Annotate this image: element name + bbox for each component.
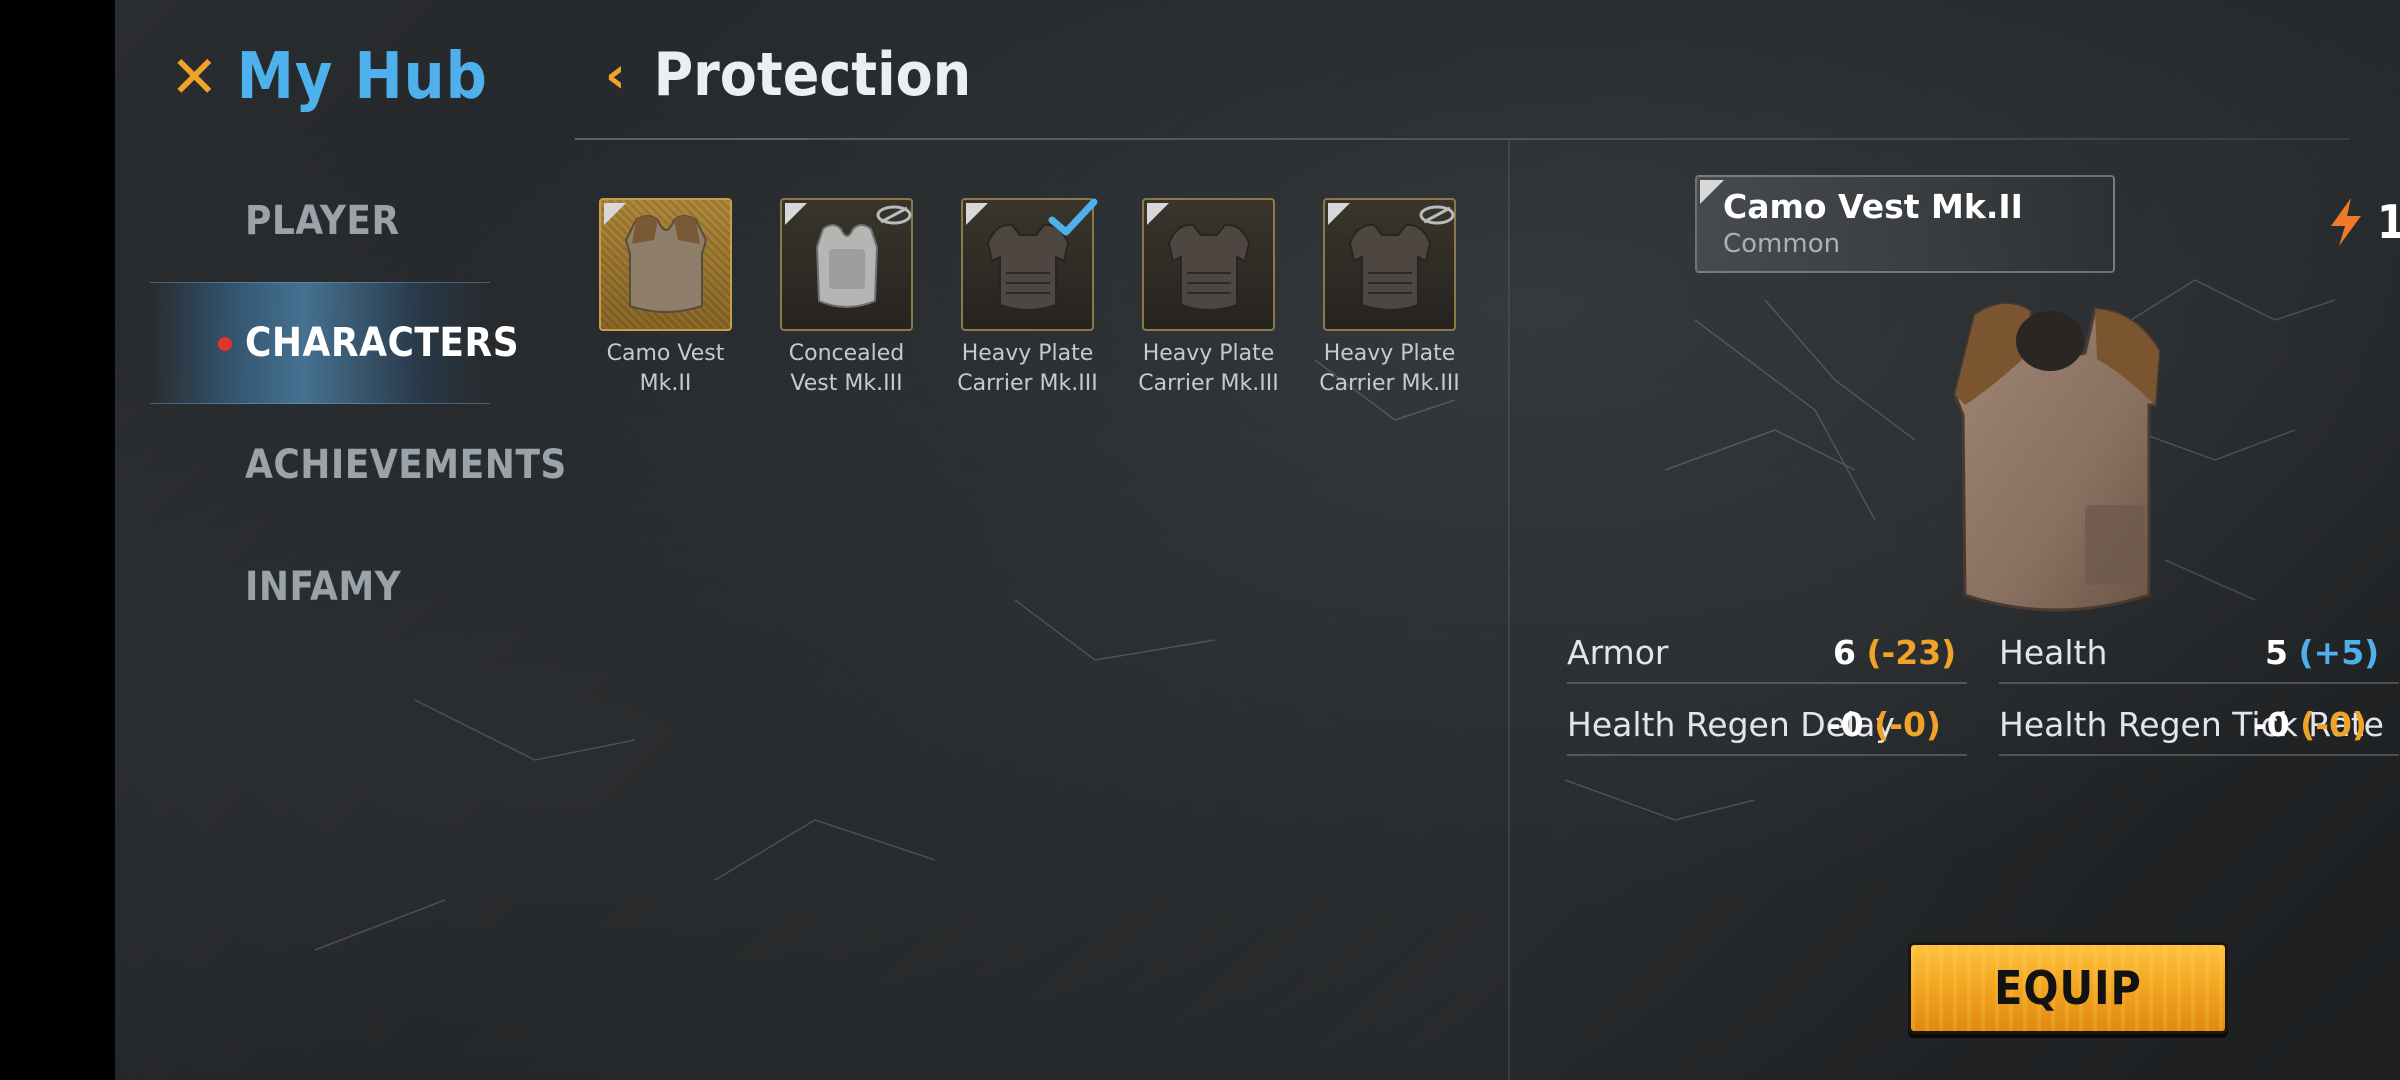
item-label-line: Camo Vest — [606, 341, 725, 366]
power-value: 141 — [2377, 195, 2400, 249]
item-heavy-plate-carrier-mk3[interactable]: Heavy Plate Carrier Mk.III — [1118, 198, 1299, 399]
item-label: Heavy Plate Carrier Mk.III — [1118, 339, 1299, 399]
check-icon — [1048, 198, 1098, 236]
stat-base-value: -0 — [2253, 705, 2290, 744]
item-concealed-vest-mk3[interactable]: Concealed Vest Mk.III — [756, 198, 937, 399]
item-thumbnail — [780, 198, 913, 331]
rarity-corner-icon — [785, 203, 807, 225]
item-heavy-plate-carrier-mk3-locked[interactable]: Heavy Plate Carrier Mk.III — [1299, 198, 1480, 399]
locked-ring-icon — [876, 205, 912, 225]
stat-base-value: 6 — [1833, 633, 1856, 672]
nav-item-infamy[interactable]: INFAMY — [150, 526, 490, 648]
stat-underline — [1999, 754, 2399, 756]
item-thumbnail — [961, 198, 1098, 331]
stat-value: -0 (-0) — [2253, 705, 2367, 744]
close-icon[interactable]: ✕ — [170, 48, 219, 106]
stat-label: Armor — [1567, 633, 1669, 672]
side-nav: PLAYER CHARACTERS ACHIEVEMENTS INFAMY — [150, 160, 566, 648]
stat-underline — [1567, 754, 1967, 756]
item-label-line: Heavy Plate — [1142, 341, 1275, 366]
section-header: ‹ Protection — [605, 40, 971, 110]
equip-button[interactable]: EQUIP — [1908, 942, 2228, 1034]
item-grid: Camo Vest Mk.II Concealed Vest Mk.III He… — [575, 198, 1480, 399]
vest-icon — [1348, 223, 1431, 311]
stat-value: -0 (-0) — [1827, 705, 1941, 744]
stat-delta: (+5) — [2298, 633, 2380, 672]
item-label-line: Heavy Plate — [961, 341, 1094, 366]
hub-header: ✕ My Hub — [170, 40, 488, 114]
item-label-line: Concealed — [788, 341, 905, 366]
rarity-corner-icon — [1328, 203, 1350, 225]
rarity-corner-icon — [604, 203, 626, 225]
item-label-line: Mk.II — [639, 371, 692, 396]
item-label-line: Carrier Mk.III — [1138, 371, 1279, 396]
vest-icon — [1167, 223, 1250, 311]
stat-base-value: -0 — [1827, 705, 1864, 744]
section-title: Protection — [653, 40, 972, 110]
vest-icon — [624, 214, 707, 313]
stat-underline — [1567, 682, 1967, 684]
stat-delta: (-0) — [2300, 705, 2367, 744]
nav-item-label: INFAMY — [245, 564, 402, 610]
power-rating: 141 — [2325, 195, 2400, 249]
nav-item-player[interactable]: PLAYER — [150, 160, 490, 282]
hub-title: My Hub — [236, 40, 488, 114]
stat-value: 6 (-23) — [1833, 633, 1956, 672]
locked-ring-icon — [1419, 205, 1455, 225]
item-label: Camo Vest Mk.II — [575, 339, 756, 399]
game-screen: ✕ My Hub PLAYER CHARACTERS ACHIEVEMENTS … — [115, 0, 2400, 1080]
panel-divider — [1508, 140, 1510, 1080]
rarity-corner-icon — [1700, 180, 1724, 204]
rarity-corner-icon — [1147, 203, 1169, 225]
stat-delta: (-23) — [1866, 633, 1957, 672]
item-label-line: Heavy Plate — [1323, 341, 1456, 366]
item-name: Camo Vest Mk.II — [1723, 187, 2023, 226]
nav-item-achievements[interactable]: ACHIEVEMENTS — [150, 404, 566, 526]
chevron-left-icon[interactable]: ‹ — [605, 46, 626, 104]
item-rarity: Common — [1723, 229, 1841, 259]
nav-item-label: ACHIEVEMENTS — [245, 442, 567, 488]
stat-underline — [1999, 682, 2399, 684]
stat-delta: (-0) — [1874, 705, 1941, 744]
stat-value: 5 (+5) — [2265, 633, 2379, 672]
item-label-line: Vest Mk.III — [790, 371, 903, 396]
stat-base-value: 5 — [2265, 633, 2288, 672]
lightning-icon — [2331, 198, 2361, 246]
item-heavy-plate-carrier-mk3-equipped[interactable]: Heavy Plate Carrier Mk.III — [937, 198, 1118, 399]
item-label: Concealed Vest Mk.III — [756, 339, 937, 399]
item-thumbnail — [599, 198, 732, 331]
nav-item-characters[interactable]: CHARACTERS — [150, 282, 519, 404]
vest-preview-image — [1953, 302, 2161, 612]
item-label: Heavy Plate Carrier Mk.III — [1299, 339, 1480, 399]
equip-button-label: EQUIP — [1994, 961, 2142, 1015]
notification-dot — [218, 337, 232, 351]
item-label-line: Carrier Mk.III — [1319, 371, 1460, 396]
header-divider — [575, 138, 2350, 140]
item-thumbnail — [1142, 198, 1275, 331]
item-label-line: Carrier Mk.III — [957, 371, 1098, 396]
stat-label: Health — [1999, 633, 2108, 672]
rarity-corner-icon — [966, 203, 988, 225]
nav-item-label: PLAYER — [245, 198, 400, 244]
vest-icon — [815, 223, 878, 308]
item-label: Heavy Plate Carrier Mk.III — [937, 339, 1118, 399]
item-thumbnail — [1323, 198, 1456, 331]
item-name-card: Camo Vest Mk.II Common — [1695, 175, 2115, 273]
item-camo-vest-mk2[interactable]: Camo Vest Mk.II — [575, 198, 756, 399]
nav-item-label: CHARACTERS — [245, 320, 520, 366]
